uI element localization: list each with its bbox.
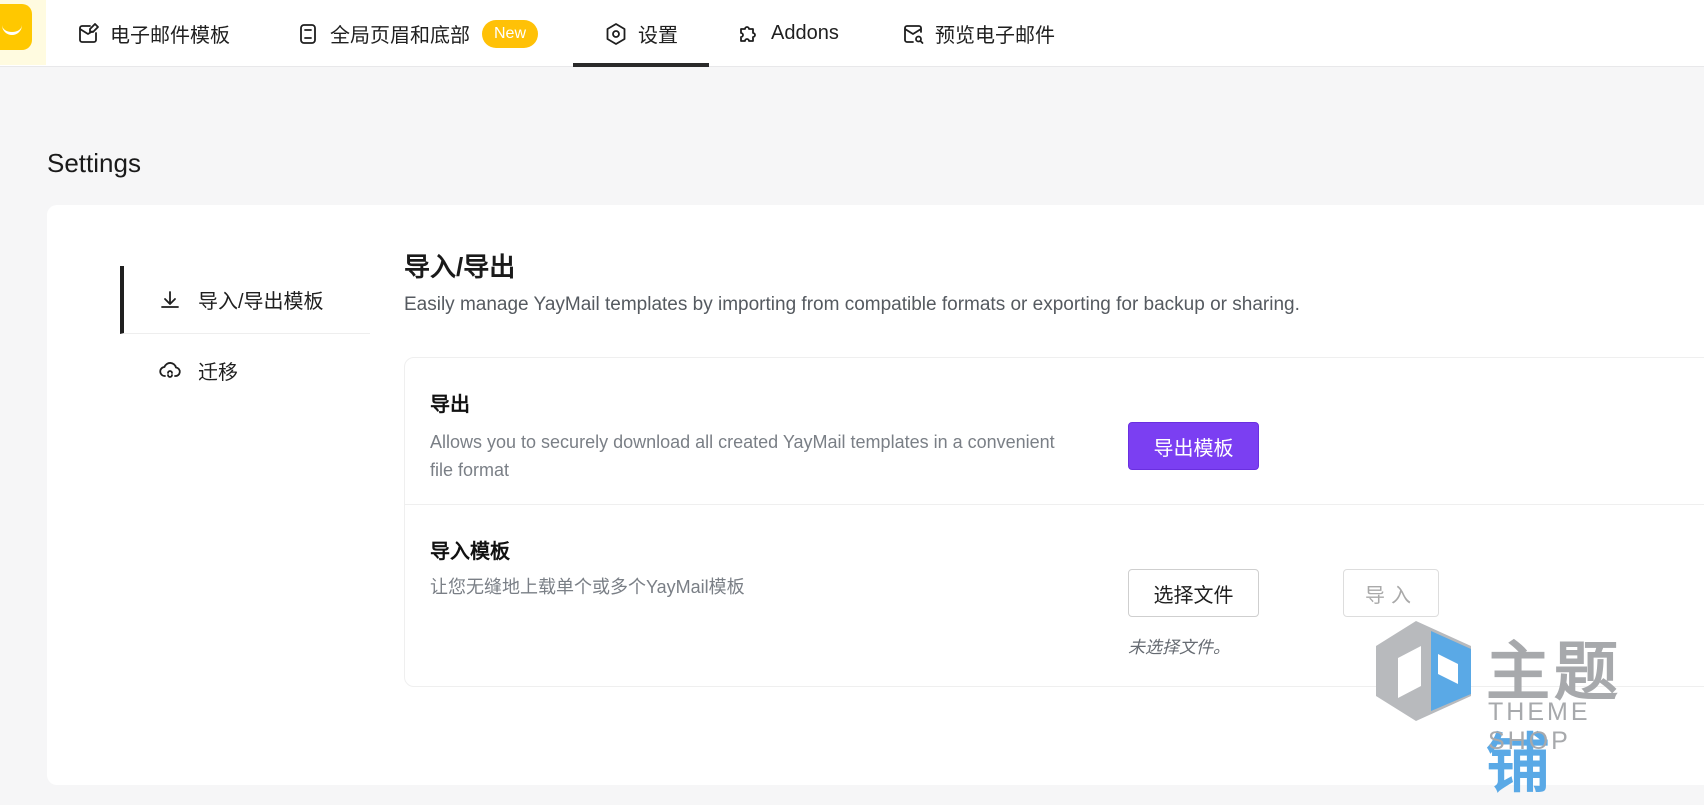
nav-label: 全局页眉和底部 xyxy=(330,25,470,47)
new-badge: New xyxy=(482,19,539,48)
nav-email-templates[interactable]: 电子邮件模板 xyxy=(76,0,230,67)
nav-label: 设置 xyxy=(638,25,678,47)
nav-settings[interactable]: 设置 xyxy=(573,0,709,67)
top-navigation: 电子邮件模板 全局页眉和底部 New 设置 Addons 预览电子邮件 xyxy=(0,0,1704,67)
page-title: Settings xyxy=(47,148,141,178)
nav-label: 预览电子邮件 xyxy=(935,25,1055,47)
export-description: Allows you to securely download all crea… xyxy=(430,432,1055,480)
watermark-subtitle: THEME SHOP xyxy=(1488,698,1591,755)
sidebar-item-label: 迁移 xyxy=(198,361,238,384)
export-title: 导出 xyxy=(430,394,470,416)
sidebar-item-migration[interactable]: 迁移 xyxy=(120,336,370,404)
nav-addons[interactable]: Addons xyxy=(737,0,839,67)
download-icon xyxy=(161,290,179,308)
section-title: 导入/导出 xyxy=(404,252,516,282)
puzzle-icon xyxy=(740,25,756,42)
theme-shop-watermark: 主题铺 THEME SHOP xyxy=(1376,616,1676,800)
mail-search-icon xyxy=(904,24,924,44)
import-button[interactable]: 导入 xyxy=(1343,569,1439,617)
import-title: 导入模板 xyxy=(430,541,510,563)
watermark-logo-icon xyxy=(1376,621,1471,721)
yaymail-logo-icon xyxy=(0,4,32,50)
app-logo[interactable] xyxy=(0,0,46,65)
sidebar-item-label: 导入/导出模板 xyxy=(198,291,324,313)
sidebar-item-import-export[interactable]: 导入/导出模板 xyxy=(120,266,370,334)
export-row: 导出 Allows you to securely download all c… xyxy=(405,358,1704,505)
nav-label: 电子邮件模板 xyxy=(110,25,230,47)
mail-edit-icon xyxy=(79,22,99,43)
export-templates-button[interactable]: 导出模板 xyxy=(1128,422,1259,470)
nav-global-header-footer[interactable]: 全局页眉和底部 New xyxy=(296,0,539,67)
layout-icon xyxy=(300,23,316,44)
choose-file-button[interactable]: 选择文件 xyxy=(1128,569,1259,617)
cloud-sync-icon xyxy=(159,362,181,378)
import-description: 让您无缝地上载单个或多个YayMail模板 xyxy=(430,577,745,597)
settings-hexagon-icon xyxy=(606,22,626,45)
nav-preview-email[interactable]: 预览电子邮件 xyxy=(901,0,1055,67)
no-file-chosen-text: 未选择文件。 xyxy=(1128,638,1230,657)
section-description: Easily manage YayMail templates by impor… xyxy=(404,294,1300,315)
nav-label: Addons xyxy=(771,22,839,44)
